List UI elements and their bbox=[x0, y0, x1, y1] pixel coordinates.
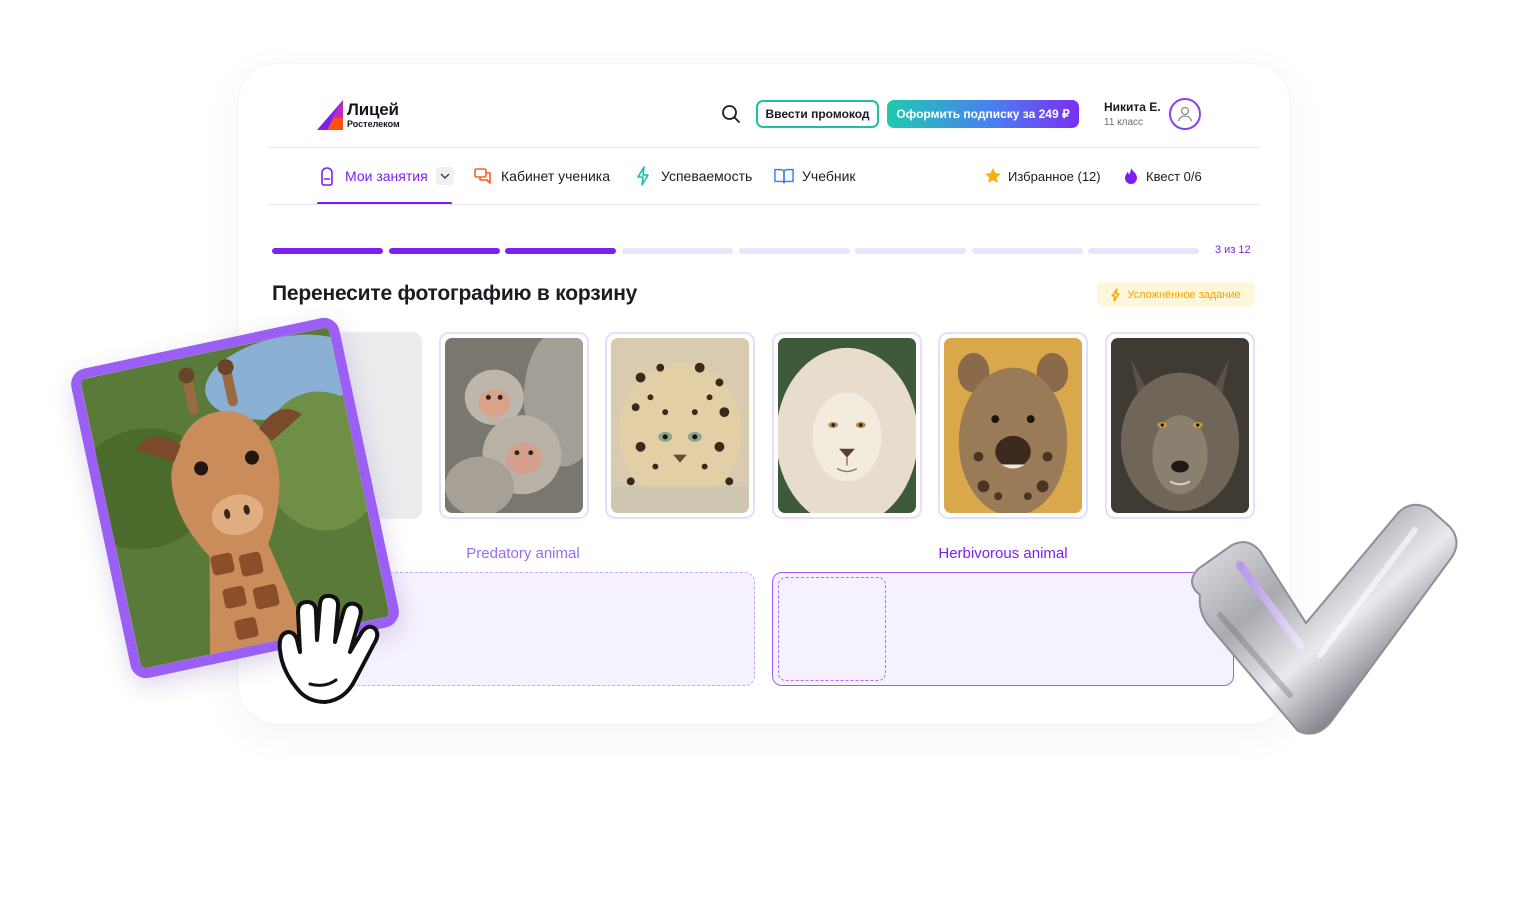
nav-student-cabinet[interactable]: Кабинет ученика bbox=[473, 164, 610, 188]
brand-name: Лицей bbox=[347, 99, 399, 119]
wolf-image bbox=[1111, 338, 1249, 513]
photo-card-lion[interactable] bbox=[772, 332, 922, 519]
progress-segment bbox=[739, 248, 850, 254]
task-title: Перенесите фотографию в корзину bbox=[272, 282, 638, 305]
brand-logo[interactable]: Лицей Ростелеком bbox=[317, 98, 400, 132]
nav-favorites[interactable]: Избранное (12) bbox=[984, 164, 1101, 188]
flame-icon bbox=[1122, 167, 1140, 185]
chat-icon bbox=[473, 166, 493, 186]
progress-segment bbox=[505, 248, 616, 254]
nav-quest[interactable]: Квест 0/6 bbox=[1122, 164, 1202, 188]
user-icon bbox=[1177, 106, 1193, 122]
chevron-down-icon[interactable] bbox=[435, 167, 454, 185]
monkeys-image bbox=[445, 338, 583, 513]
lightning-icon bbox=[1111, 287, 1120, 302]
progress-segment bbox=[389, 248, 500, 254]
checkmark-3d-icon bbox=[1180, 495, 1465, 745]
progress-segment bbox=[972, 248, 1083, 254]
basket-label-herbivorous: Herbivorous animal bbox=[938, 545, 1068, 562]
book-icon bbox=[774, 166, 794, 186]
subscribe-button[interactable]: Оформить подписку за 249 ₽ bbox=[887, 100, 1079, 128]
difficulty-label: Усложнённое задание bbox=[1127, 288, 1241, 301]
user-name: Никита Е. bbox=[1104, 100, 1161, 114]
backpack-icon bbox=[317, 166, 337, 186]
brand-sub: Ростелеком bbox=[347, 118, 400, 129]
quest-label: Квест 0/6 bbox=[1146, 168, 1202, 184]
leopard-image bbox=[611, 338, 749, 513]
avatar[interactable] bbox=[1169, 98, 1201, 130]
star-icon bbox=[984, 167, 1002, 185]
grab-hand-icon bbox=[270, 592, 385, 712]
promo-code-button[interactable]: Ввести промокод bbox=[756, 100, 879, 128]
photo-card-hyena[interactable] bbox=[938, 332, 1088, 519]
user-grade: 11 класс bbox=[1104, 117, 1144, 128]
divider bbox=[268, 147, 1260, 148]
progress-label: 3 из 12 bbox=[1215, 244, 1251, 256]
nav-label: Учебник bbox=[802, 168, 856, 184]
basket-label-predatory: Predatory animal bbox=[466, 545, 580, 562]
drop-slot-herbivorous[interactable] bbox=[778, 577, 886, 681]
photo-card-wolf[interactable] bbox=[1105, 332, 1255, 519]
divider bbox=[268, 204, 1260, 205]
nav-label: Мои занятия bbox=[345, 168, 428, 184]
progress-segment bbox=[1088, 248, 1199, 254]
hyena-image bbox=[944, 338, 1082, 513]
favorites-label: Избранное (12) bbox=[1008, 168, 1101, 184]
nav-label: Кабинет ученика bbox=[501, 168, 610, 184]
photo-card-leopard[interactable] bbox=[605, 332, 755, 519]
nav-textbook[interactable]: Учебник bbox=[774, 164, 856, 188]
progress-segment bbox=[272, 248, 383, 254]
search-icon[interactable] bbox=[721, 104, 741, 124]
nav-label: Успеваемость bbox=[661, 168, 753, 184]
progress-segment bbox=[855, 248, 966, 254]
nav-my-lessons[interactable]: Мои занятия bbox=[317, 164, 454, 188]
nav-performance[interactable]: Успеваемость bbox=[633, 164, 752, 188]
logo-icon bbox=[317, 98, 343, 132]
lion-image bbox=[778, 338, 916, 513]
lightning-icon bbox=[633, 166, 653, 186]
difficulty-badge: Усложнённое задание bbox=[1097, 282, 1255, 307]
photo-card-monkeys[interactable] bbox=[439, 332, 589, 519]
progress-segment bbox=[622, 248, 733, 254]
